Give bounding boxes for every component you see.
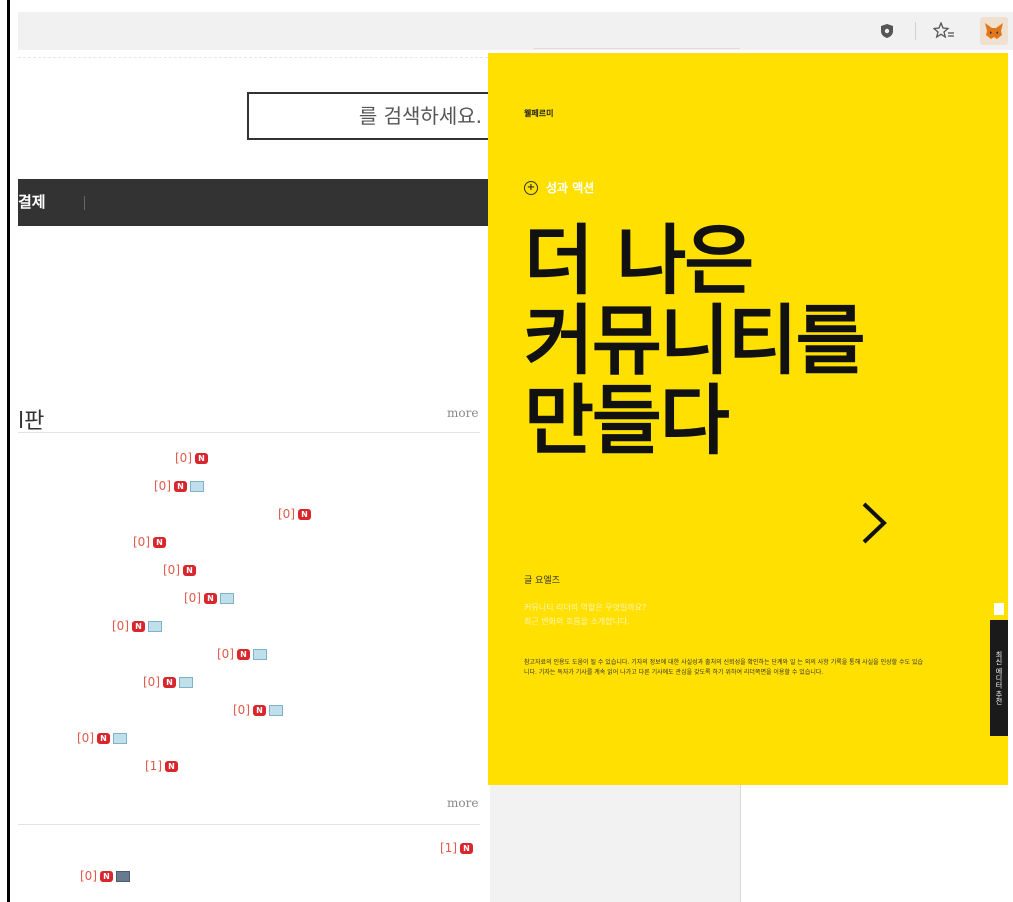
- headline-line: 만들다: [524, 376, 730, 465]
- subtitle-line: 커뮤니티 리더의 역할은 무엇일까요?: [524, 603, 647, 612]
- right-panel: [490, 780, 741, 902]
- image-attachment-icon: [148, 620, 162, 632]
- list-item[interactable]: [0] N: [233, 702, 283, 718]
- overlay-tag[interactable]: + 성과 액션: [524, 179, 594, 196]
- list-item[interactable]: [0] N: [184, 590, 234, 606]
- new-badge-icon: N: [165, 760, 178, 772]
- side-tab-marker: [994, 603, 1004, 615]
- image-attachment-icon: [116, 870, 130, 882]
- image-attachment-icon: [113, 732, 127, 744]
- subtitle-line: 최근 변화의 흐름을 소개합니다.: [524, 617, 630, 626]
- comment-count: [0]: [278, 507, 295, 521]
- image-attachment-icon: [269, 704, 283, 716]
- comment-count: [0]: [163, 563, 180, 577]
- comment-count: [0]: [77, 731, 94, 745]
- list-item[interactable]: [1] N: [440, 840, 473, 856]
- side-tab[interactable]: 최신 에디터 추천: [990, 620, 1008, 736]
- list-item[interactable]: [0] N: [154, 478, 204, 494]
- browser-toolbar: [18, 12, 1013, 50]
- comment-count: [0]: [154, 479, 171, 493]
- list-item[interactable]: [0] N: [217, 646, 267, 662]
- new-badge-icon: N: [204, 592, 217, 604]
- comment-count: [0]: [112, 619, 129, 633]
- headline-line: 더 나은: [524, 216, 754, 305]
- star-favorites-icon[interactable]: [932, 20, 956, 42]
- window-left-border: [7, 0, 10, 902]
- overlay-body: 참고자료의 인용도 도움이 될 수 있습니다. 기자의 정보에 대한 사실성과 …: [524, 659, 924, 676]
- board-title: l판: [18, 409, 45, 434]
- chevron-right-icon[interactable]: [860, 501, 888, 552]
- comment-count: [0]: [143, 675, 160, 689]
- image-attachment-icon: [179, 676, 193, 688]
- new-badge-icon: N: [163, 676, 176, 688]
- nav-separator: [84, 196, 85, 210]
- more-link[interactable]: more: [447, 796, 478, 810]
- list-item[interactable]: [0] N: [112, 618, 162, 634]
- board-divider: [18, 824, 480, 825]
- comment-count: [1]: [440, 841, 457, 855]
- header-divider: [18, 57, 488, 58]
- list-item[interactable]: [1] N: [145, 758, 178, 774]
- image-attachment-icon: [190, 480, 204, 492]
- comment-count: [1]: [145, 759, 162, 773]
- plus-circle-icon: +: [524, 180, 538, 195]
- comment-count: [0]: [133, 535, 150, 549]
- overlay-author: 글 요엘즈: [524, 576, 560, 586]
- list-item[interactable]: [0] N: [77, 730, 127, 746]
- new-badge-icon: N: [132, 620, 145, 632]
- board-divider: [18, 432, 480, 433]
- new-badge-icon: N: [183, 564, 196, 576]
- list-item[interactable]: [0] N: [143, 674, 193, 690]
- search-input[interactable]: [249, 94, 488, 138]
- new-badge-icon: N: [97, 732, 110, 744]
- list-item[interactable]: [0] N: [80, 868, 130, 884]
- overlay-brand: 웰페르미: [524, 109, 554, 118]
- metamask-fox-icon[interactable]: [980, 17, 1008, 45]
- promo-overlay[interactable]: 웰페르미 + 성과 액션 더 나은 커뮤니티를 만들다 글 요엘즈 커뮤니티 리…: [488, 53, 1008, 785]
- comment-count: [0]: [175, 451, 192, 465]
- new-badge-icon: N: [195, 452, 208, 464]
- new-badge-icon: N: [460, 842, 473, 854]
- comment-count: [0]: [217, 647, 234, 661]
- image-attachment-icon: [253, 648, 267, 660]
- list-item[interactable]: [0] N: [163, 562, 196, 578]
- comment-count: [0]: [233, 703, 250, 717]
- shield-icon[interactable]: [875, 20, 899, 42]
- headline-line: 커뮤니티를: [524, 296, 866, 385]
- new-badge-icon: N: [298, 508, 311, 520]
- comment-count: [0]: [184, 591, 201, 605]
- list-item[interactable]: [0] N: [278, 506, 311, 522]
- overlay-headline: 더 나은 커뮤니티를 만들다: [524, 221, 994, 461]
- toolbar-separator: [915, 22, 916, 40]
- new-badge-icon: N: [100, 870, 113, 882]
- comment-count: [0]: [80, 869, 97, 883]
- overlay-tag-label: 성과 액션: [546, 181, 595, 195]
- overlay-subtitle: 커뮤니티 리더의 역할은 무엇일까요? 최근 변화의 흐름을 소개합니다.: [524, 601, 824, 629]
- list-item[interactable]: [0] N: [133, 534, 166, 550]
- new-badge-icon: N: [174, 480, 187, 492]
- more-link[interactable]: more: [447, 406, 478, 420]
- new-badge-icon: N: [153, 536, 166, 548]
- search-box[interactable]: [247, 92, 490, 140]
- main-nav-bar: 결제: [18, 179, 488, 226]
- new-badge-icon: N: [253, 704, 266, 716]
- new-badge-icon: N: [237, 648, 250, 660]
- nav-item-payment[interactable]: 결제: [18, 191, 46, 212]
- image-attachment-icon: [220, 592, 234, 604]
- list-item[interactable]: [0] N: [175, 450, 208, 466]
